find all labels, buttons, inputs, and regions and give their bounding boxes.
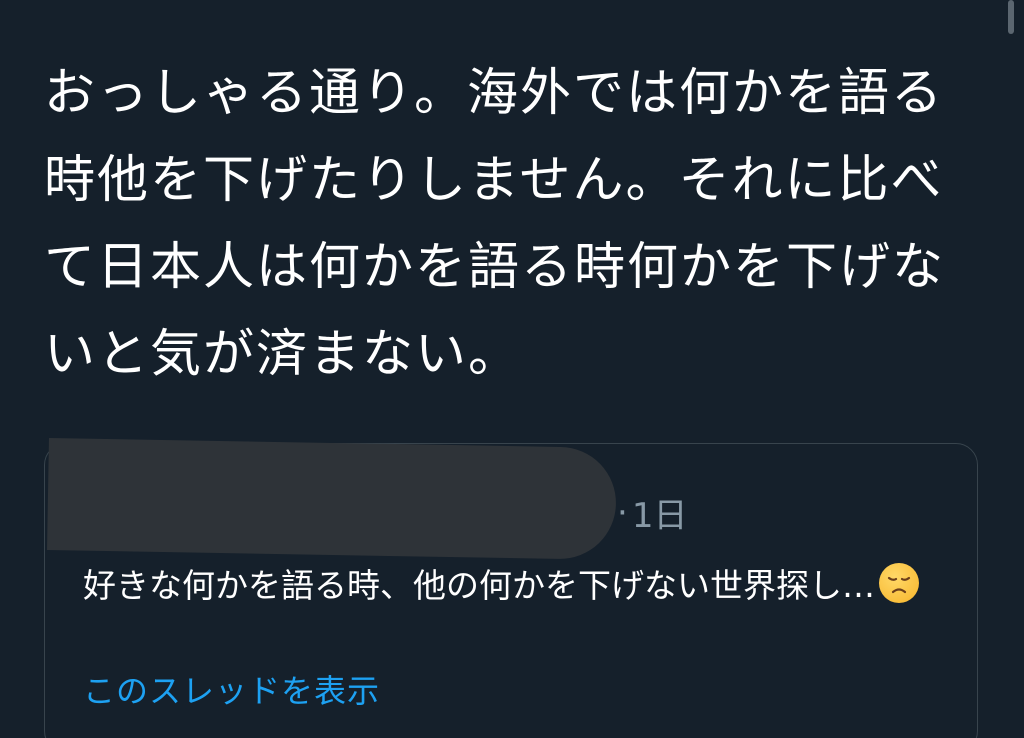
- quoted-tweet-body: 好きな何かを語る時、他の何かを下げない世界探し…: [83, 566, 875, 605]
- redacted-author-area: [47, 438, 617, 560]
- quoted-tweet-meta: · 1日: [617, 488, 687, 537]
- show-thread-link[interactable]: このスレッドを表示: [83, 666, 380, 712]
- quoted-tweet-time[interactable]: 1日: [632, 488, 688, 537]
- quoted-tweet-text: 好きな何かを語る時、他の何かを下げない世界探し…: [83, 560, 963, 612]
- disappointed-face-icon: [879, 563, 919, 603]
- meta-separator: ·: [617, 492, 628, 533]
- tweet-text: おっしゃる通り。海外では何かを語る時他を下げたりしません。それに比べて日本人は何…: [44, 64, 946, 384]
- quoted-tweet-card[interactable]: · 1日 好きな何かを語る時、他の何かを下げない世界探し… このスレッドを表示: [44, 438, 978, 738]
- scrollbar[interactable]: [1008, 0, 1014, 34]
- tweet-detail-view: おっしゃる通り。海外では何かを語る時他を下げたりしません。それに比べて日本人は何…: [0, 0, 1024, 738]
